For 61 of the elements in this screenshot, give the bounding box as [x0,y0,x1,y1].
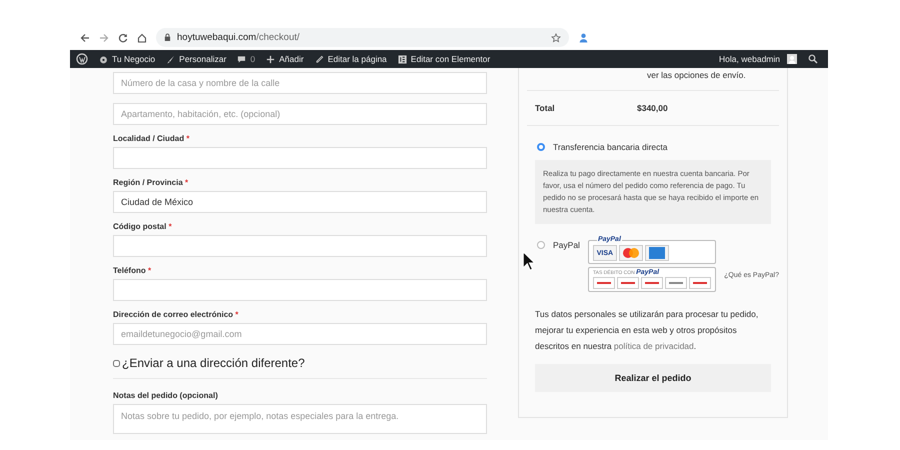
required-mark: * [186,134,190,143]
place-order-button[interactable]: Realizar el pedido [535,364,771,392]
bank-logo-icon [688,277,711,289]
bank-logo-icon [640,277,663,289]
brush-icon [166,54,176,64]
admin-bar-item[interactable]: Añadir [266,54,304,64]
payment-method-label[interactable]: PayPal [553,240,580,250]
lock-icon [164,33,171,42]
field-label: Código postal * [113,222,173,231]
payment-method-label[interactable]: Transferencia bancaria directa [553,142,668,152]
input-field[interactable]: Apartamento, habitación, etc. (opcional) [113,103,487,125]
required-mark: * [235,310,238,319]
input-field[interactable]: emaildetunegocio@gmail.com [113,323,487,345]
plus-icon [266,54,276,64]
field-label: Teléfono * [113,266,152,275]
required-mark: * [168,222,172,231]
shipping-note: ver las opciones de envío. [527,68,779,91]
wordpress-logo-icon[interactable] [76,53,88,65]
total-value: $340,00 [637,103,668,113]
gauge-icon [99,54,108,64]
radio-button[interactable] [537,143,545,151]
search-icon[interactable] [808,54,818,64]
pencil-icon [314,54,324,64]
back-icon[interactable] [80,32,90,42]
bank-logo-icon [616,277,639,289]
input-field[interactable]: Ciudad de México [113,191,487,213]
radio-button[interactable] [537,241,545,249]
required-mark: * [185,178,188,187]
input-field[interactable] [113,279,487,301]
admin-bar-item[interactable]: 0 [237,54,256,64]
notes-field[interactable]: Notas sobre tu pedido, por ejemplo, notas especiales para la entrega. [113,404,487,434]
admin-bar-item[interactable]: Tu Negocio [99,54,156,64]
admin-bar-item[interactable]: Editar la página [314,54,387,64]
avatar-icon [787,54,797,64]
account-menu[interactable]: Hola, webadmin [719,54,797,64]
admin-bar-item[interactable]: Editar con Elementor [398,54,490,64]
field-label: Región / Provincia * [113,178,190,187]
privacy-policy-link[interactable]: política de privacidad [614,341,694,351]
field-label: Notas del pedido (opcional) [113,391,219,400]
field-label: Dirección de correo electrónico * [113,310,240,319]
input-field[interactable] [113,235,487,257]
profile-icon[interactable] [578,32,589,43]
star-icon[interactable] [551,32,561,42]
field-label: Localidad / Ciudad * [113,134,190,143]
elementor-icon [398,54,407,64]
address-bar[interactable]: hoytuwebaqui.com/checkout/ [156,28,569,47]
bank-logo-icon [592,277,615,289]
checkbox[interactable] [113,360,120,366]
admin-bar-item[interactable]: Personalizar [166,54,226,64]
privacy-text: Tus datos personales se utilizarán para procesar tu pedido, mejorar tu experiencia en esta web y otros propósitos descritos en nuestra política de privacidad. [535,308,760,353]
input-field[interactable]: Número de la casa y nombre de la calle [113,72,487,94]
mastercard-icon [618,245,643,261]
bank-logo-icon [664,277,687,289]
ship-different-heading: ¿Enviar a una dirección diferente? [122,356,305,370]
total-label: Total [535,103,556,113]
reload-icon[interactable] [118,32,128,42]
required-mark: * [148,266,152,275]
home-icon[interactable] [137,32,147,42]
comment-icon [237,54,246,64]
input-field[interactable] [113,147,487,169]
forward-icon[interactable] [99,32,109,42]
